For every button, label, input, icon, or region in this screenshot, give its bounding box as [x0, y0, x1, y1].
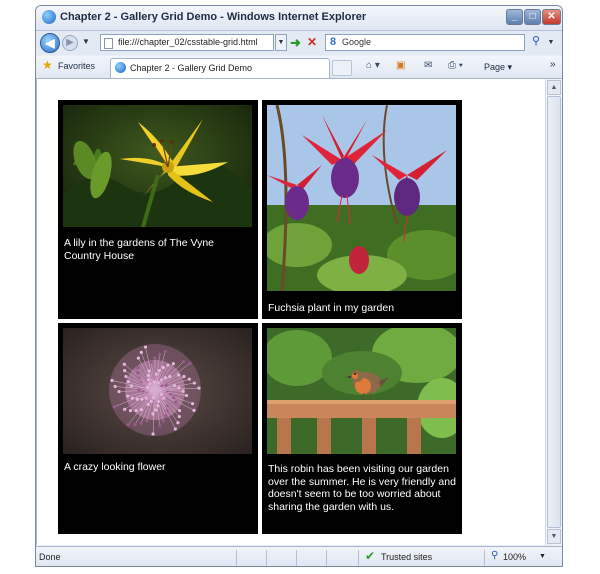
feeds-icon[interactable]: ▣ [396, 60, 405, 71]
stop-icon[interactable]: ✕ [307, 35, 317, 49]
status-divider [326, 550, 327, 566]
mail-icon[interactable]: ✉ [424, 60, 432, 71]
scroll-up-icon[interactable]: ▲ [547, 80, 561, 95]
gallery-caption: Fuchsia plant in my garden [268, 302, 395, 314]
close-button[interactable]: ✕ [542, 9, 561, 25]
scroll-down-icon[interactable]: ▼ [547, 529, 561, 544]
allium-bloom [109, 344, 201, 436]
scroll-thumb[interactable] [547, 96, 561, 528]
robin-on-fence-image [267, 328, 456, 454]
gallery-cell: This robin has been visiting our garden … [262, 323, 462, 534]
tab-gallery-grid-demo[interactable]: Chapter 2 - Gallery Grid Demo [110, 58, 330, 78]
favorites-star-icon[interactable]: ★ [42, 58, 53, 72]
title-bar: Chapter 2 - Gallery Grid Demo - Windows … [36, 6, 562, 31]
trusted-zone-check-icon: ✔ [365, 549, 376, 563]
search-options-dropdown-icon[interactable]: ▼ [546, 34, 556, 51]
gallery-cell: A crazy looking flower [58, 323, 258, 534]
search-icon[interactable]: ⚲ [528, 34, 544, 51]
home-icon[interactable]: ⌂ ▾ [366, 60, 380, 71]
vertical-scrollbar[interactable]: ▲ ▼ [545, 79, 562, 545]
recent-pages-dropdown-icon[interactable]: ▼ [82, 37, 90, 46]
status-divider [484, 550, 485, 566]
gallery-caption: This robin has been visiting our garden … [268, 463, 456, 513]
status-bar: Done ✔ Trusted sites ⚲ 100% ▼ [36, 546, 562, 566]
window-title: Chapter 2 - Gallery Grid Demo - Windows … [60, 11, 367, 23]
status-divider [296, 550, 297, 566]
browser-window: Chapter 2 - Gallery Grid Demo - Windows … [35, 5, 563, 567]
search-provider-icon: 8 [330, 36, 337, 48]
minimize-button[interactable]: _ [506, 9, 523, 25]
maximize-button[interactable]: □ [524, 9, 541, 25]
gallery-caption: A crazy looking flower [64, 461, 166, 473]
page-menu-button[interactable]: Page ▾ [484, 62, 512, 73]
status-divider [358, 550, 359, 566]
print-icon[interactable]: ⎙ ▾ [448, 60, 463, 71]
status-text: Done [39, 552, 61, 562]
address-dropdown-icon[interactable]: ▼ [275, 34, 287, 51]
gallery-cell: Fuchsia plant in my garden [262, 100, 462, 319]
yellow-lily-image [63, 105, 252, 227]
status-divider [236, 550, 237, 566]
fuchsia-flowers-image [267, 105, 456, 291]
more-commands-icon[interactable]: » [550, 59, 556, 70]
gallery-cell: A lily in the gardens of The Vyne Countr… [58, 100, 258, 319]
address-input[interactable]: file:///chapter_02/csstable-grid.html [100, 34, 274, 51]
ie-logo-icon [42, 10, 56, 24]
page-content: A lily in the gardens of The Vyne Countr… [36, 79, 545, 545]
search-provider-label: Google [342, 37, 372, 47]
zoom-icon[interactable]: ⚲ [491, 550, 498, 561]
new-tab-button[interactable] [332, 60, 352, 76]
forward-button[interactable]: ▶ [62, 35, 78, 51]
security-zone-label[interactable]: Trusted sites [381, 552, 432, 562]
ie-page-icon [115, 62, 126, 73]
gallery-grid: A lily in the gardens of The Vyne Countr… [58, 100, 463, 534]
favorites-bar: ★ Favorites Chapter 2 - Gallery Grid Dem… [36, 56, 562, 79]
zoom-dropdown-icon[interactable]: ▼ [539, 553, 546, 560]
back-button[interactable]: ◀ [40, 33, 60, 53]
status-divider [266, 550, 267, 566]
zoom-level[interactable]: 100% [503, 552, 526, 562]
address-toolbar: ◀ ▶ ▼ file:///chapter_02/csstable-grid.h… [36, 31, 562, 55]
go-arrow-icon[interactable]: ➜ [290, 35, 301, 51]
gallery-caption: A lily in the gardens of The Vyne Countr… [64, 237, 215, 262]
search-input[interactable]: 8 Google [325, 34, 525, 51]
favorites-button[interactable]: Favorites [58, 61, 95, 71]
tab-label: Chapter 2 - Gallery Grid Demo [130, 63, 253, 73]
address-url: file:///chapter_02/csstable-grid.html [118, 37, 258, 47]
page-icon [104, 38, 113, 49]
allium-flower-image [63, 328, 252, 454]
